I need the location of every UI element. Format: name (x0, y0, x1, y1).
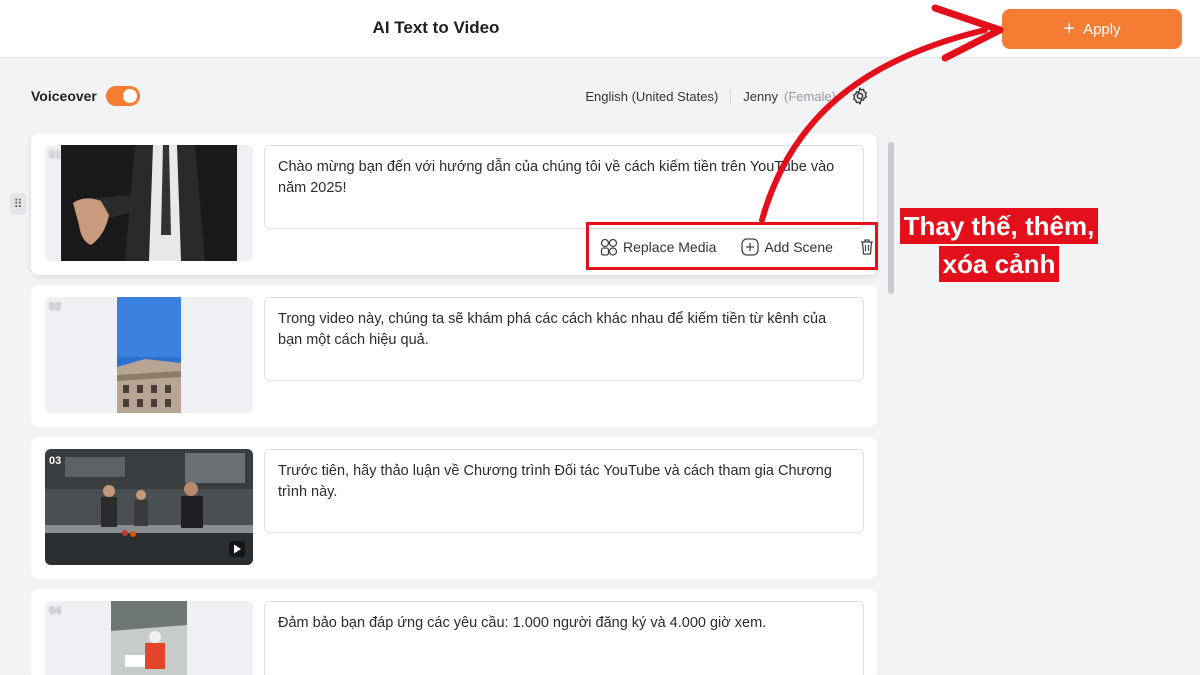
scene-card[interactable]: 04 Đảm bảo bạn đáp ứng các yêu cầu: 1.00… (31, 589, 877, 675)
scene-text-input[interactable]: Đảm bảo bạn đáp ứng các yêu cầu: 1.000 n… (264, 601, 864, 675)
apply-button[interactable]: + Apply (1002, 9, 1182, 49)
voice-gender: (Female) (783, 88, 836, 104)
scene-number: 04 (49, 605, 62, 617)
voiceover-toggle[interactable] (105, 86, 140, 106)
scene-card[interactable]: 03 Trước tiên, hãy thảo luận về Chương t… (31, 437, 877, 579)
drag-handle-icon[interactable]: ⠿ (10, 193, 26, 215)
scene-number: 01 (49, 149, 62, 161)
scene-text-input[interactable]: Chào mừng bạn đến với hướng dẫn của chún… (264, 145, 864, 229)
annotation-highlight-box (586, 222, 878, 270)
scene-number: 03 (49, 455, 62, 467)
scene-number: 02 (49, 301, 62, 313)
toggle-knob (122, 89, 137, 103)
annotation-line-2: xóa cảnh (938, 246, 1060, 282)
scene-card[interactable]: 02 Trong video này, chúng ta sẽ khám phá… (31, 285, 877, 427)
gear-icon[interactable] (850, 86, 870, 106)
handshake-image (61, 145, 237, 261)
kitchen-video-thumbnail (45, 449, 253, 565)
scene-thumbnail[interactable]: 04 (45, 601, 253, 675)
annotation-line-1: Thay thế, thêm, (899, 208, 1099, 244)
scene-thumbnail[interactable]: 02 (45, 297, 253, 413)
scene-thumbnail[interactable]: 01 (45, 145, 253, 261)
apply-button-label: Apply (1083, 20, 1121, 38)
scene-thumbnail[interactable]: 03 (45, 449, 253, 565)
plus-icon: + (1063, 18, 1076, 40)
play-icon (229, 541, 245, 557)
worker-image (111, 601, 187, 675)
page-title: AI Text to Video (372, 18, 500, 37)
voice-language[interactable]: English (United States) (585, 88, 732, 104)
scene-text-input[interactable]: Trước tiên, hãy thảo luận về Chương trìn… (264, 449, 864, 533)
building-image (117, 297, 181, 413)
top-bar: AI Text to Video + Apply (0, 0, 1200, 58)
scene-text-input[interactable]: Trong video này, chúng ta sẽ khám phá cá… (264, 297, 864, 381)
voice-name[interactable]: Jenny (731, 89, 778, 104)
voice-settings: English (United States) Jenny (Female) (585, 86, 870, 106)
voiceover-row: Voiceover (31, 86, 140, 106)
voiceover-label: Voiceover (31, 88, 97, 104)
annotation-label: Thay thế, thêm, xóa cảnh (893, 208, 1105, 284)
